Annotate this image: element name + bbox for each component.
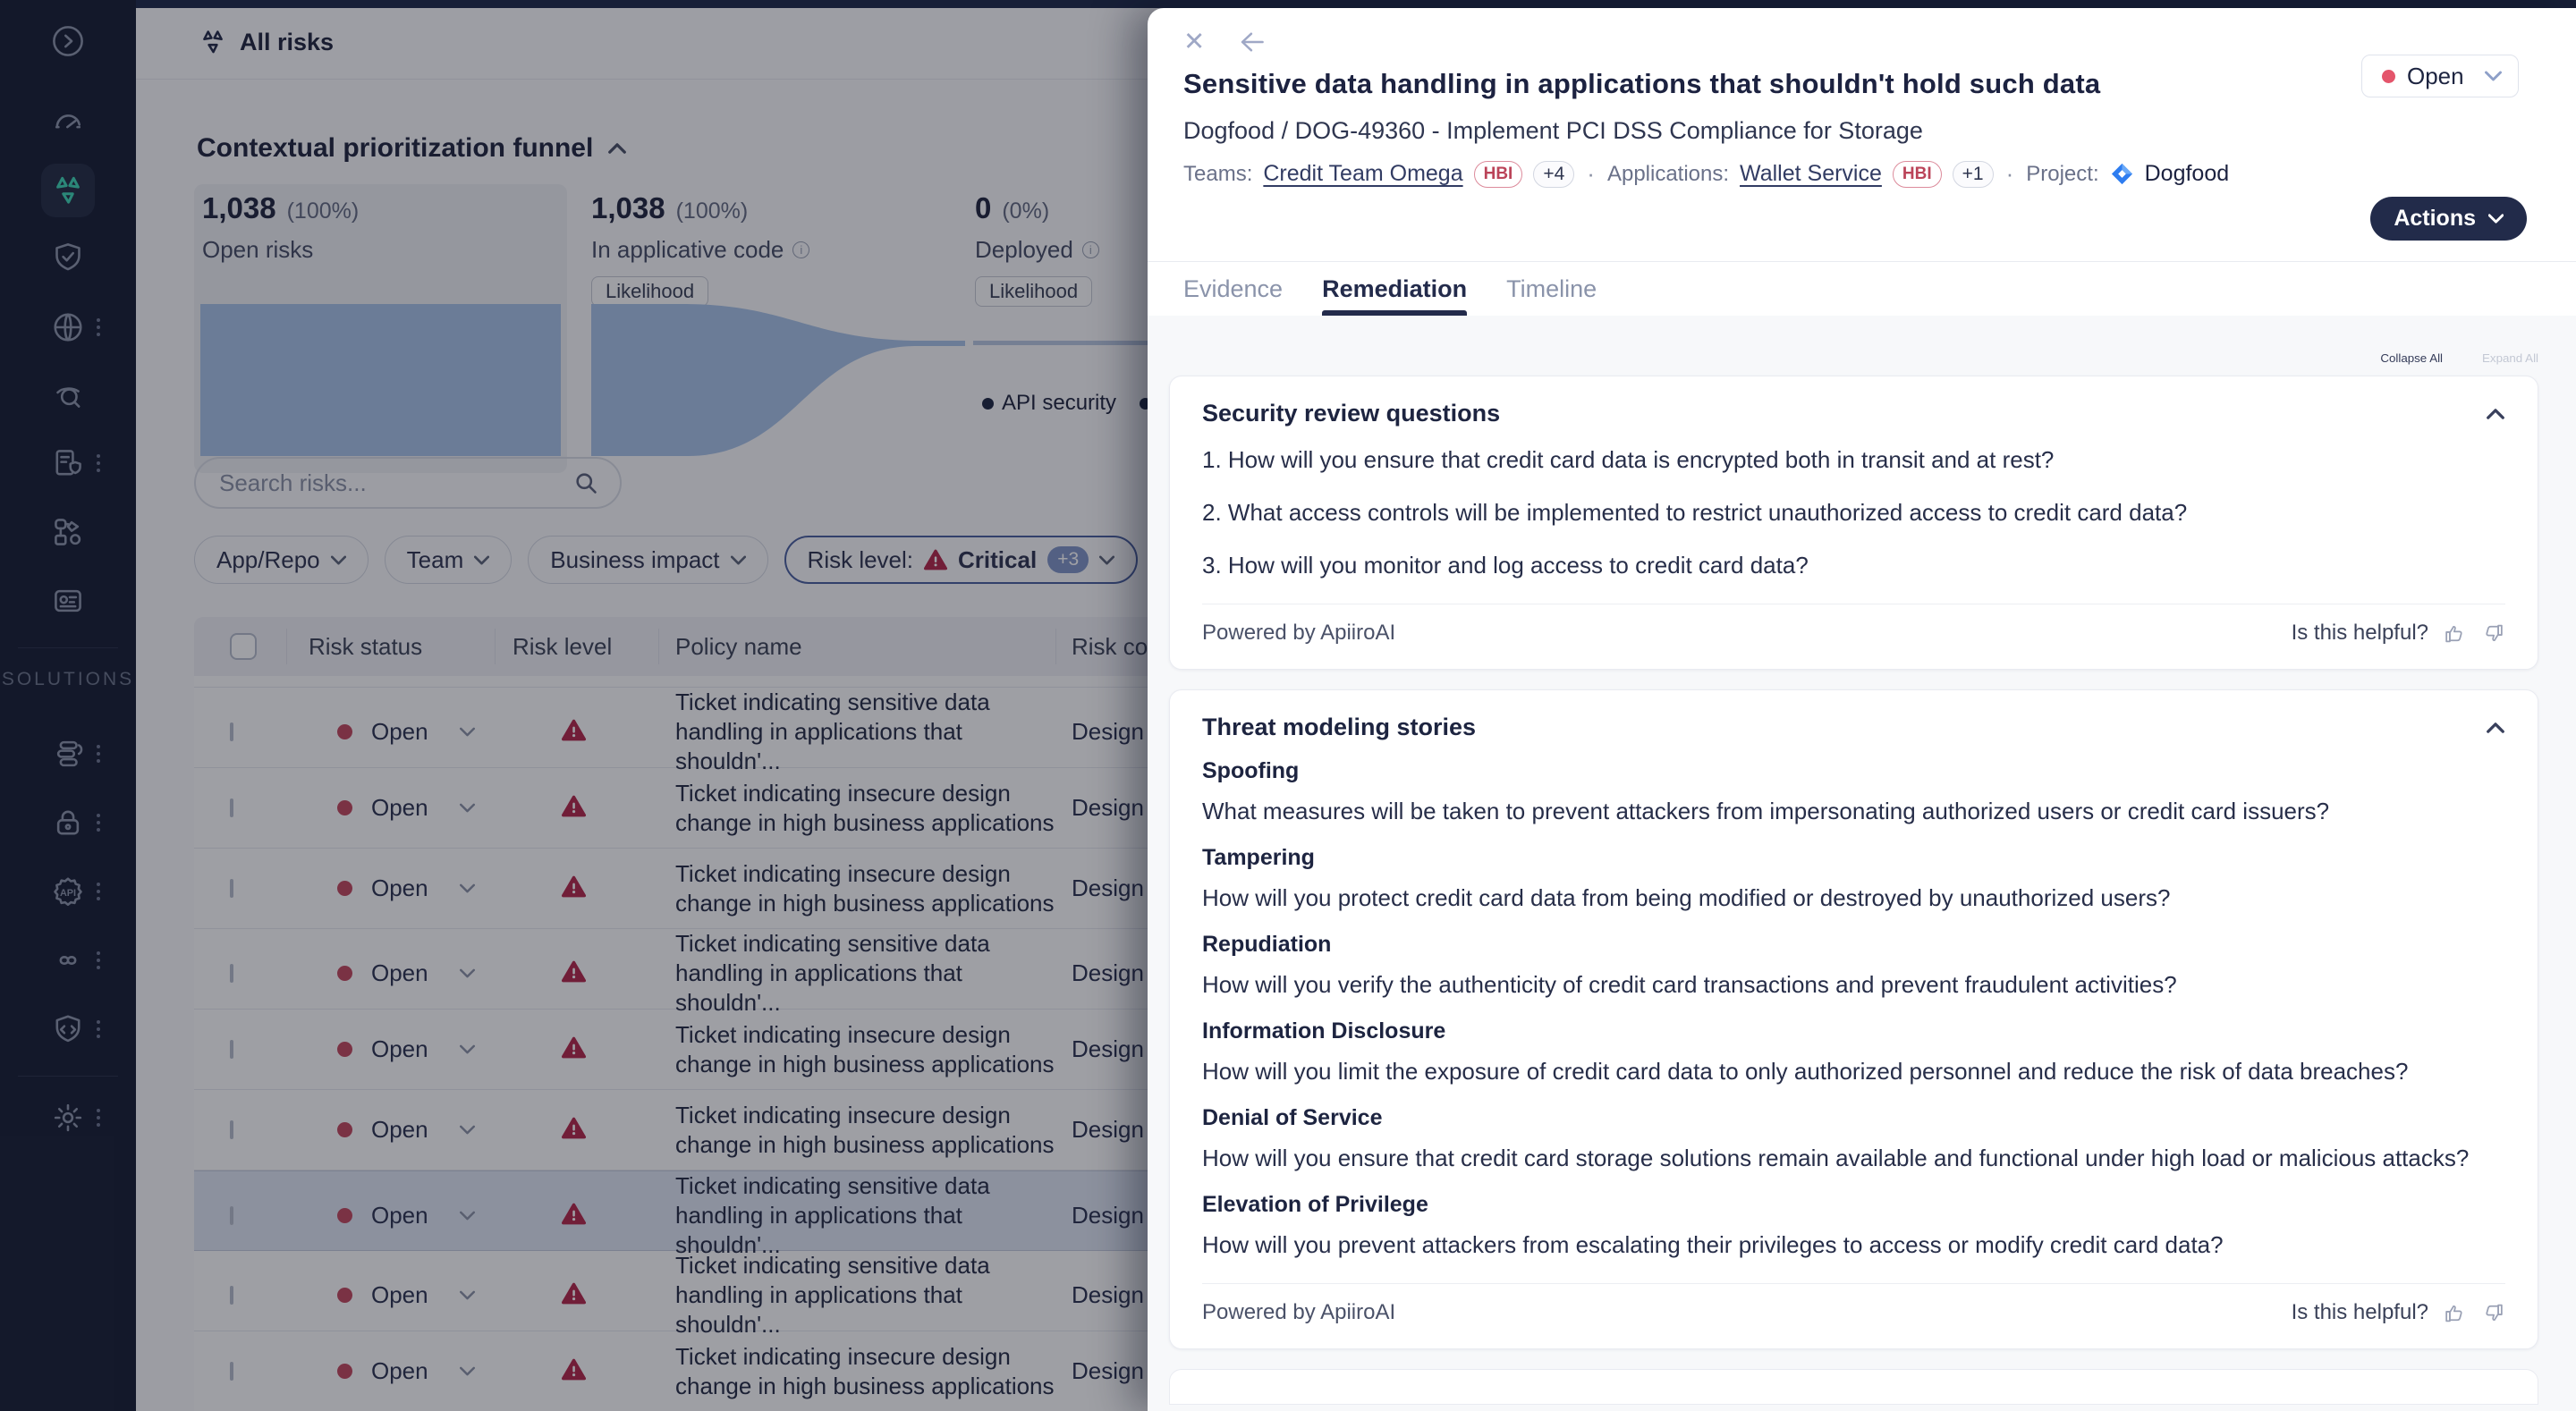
teams-label: Teams: xyxy=(1183,162,1252,187)
status-dropdown[interactable]: Open xyxy=(2361,55,2519,97)
chevron-down-icon xyxy=(2485,71,2502,81)
threat-question: How will you protect credit card data fr… xyxy=(1202,882,2505,915)
helpful-label: Is this helpful? xyxy=(2292,621,2428,646)
threat-items-list: Spoofing What measures will be taken to p… xyxy=(1202,756,2505,1262)
threat-question: How will you prevent attackers from esca… xyxy=(1202,1229,2505,1262)
risk-subtitle: Dogfood / DOG-49360 - Implement PCI DSS … xyxy=(1183,117,2540,145)
powered-by-label: Powered by ApiiroAI xyxy=(1202,1300,1395,1325)
project-label: Project: xyxy=(2026,162,2098,187)
security-question: 2. What access controls will be implemen… xyxy=(1202,496,2505,529)
tab-remediation[interactable]: Remediation xyxy=(1322,262,1467,316)
risk-meta-row: Teams: Credit Team Omega HBI +4 · Applic… xyxy=(1183,160,2540,188)
helpful-label: Is this helpful? xyxy=(2292,1300,2428,1325)
security-question: 3. How will you monitor and log access t… xyxy=(1202,549,2505,582)
back-arrow-icon[interactable] xyxy=(1239,30,1266,54)
threat-question: How will you limit the exposure of credi… xyxy=(1202,1055,2505,1088)
chevron-up-icon[interactable] xyxy=(2486,722,2505,734)
threat-question: What measures will be taken to prevent a… xyxy=(1202,795,2505,828)
threat-modeling-stories-card: Threat modeling stories Spoofing What mea… xyxy=(1169,689,2538,1349)
more-applications-badge[interactable]: +1 xyxy=(1953,161,1994,188)
drawer-header: ✕ Sensitive data handling in application… xyxy=(1148,8,2576,188)
threat-question: How will you verify the authenticity of … xyxy=(1202,968,2505,1001)
team-link[interactable]: Credit Team Omega xyxy=(1263,161,1462,187)
app-root: SOLUTIONS API xyxy=(0,0,2576,1411)
tab-evidence[interactable]: Evidence xyxy=(1183,262,1283,316)
threat-category: Spoofing xyxy=(1202,756,2505,786)
close-icon[interactable]: ✕ xyxy=(1183,30,1205,55)
threat-category: Denial of Service xyxy=(1202,1103,2505,1133)
threat-category: Tampering xyxy=(1202,842,2505,873)
powered-by-label: Powered by ApiiroAI xyxy=(1202,621,1395,646)
drawer-tabs: Evidence Remediation Timeline xyxy=(1148,261,2576,316)
more-teams-badge[interactable]: +4 xyxy=(1533,161,1574,188)
next-card-partial xyxy=(1169,1369,2538,1405)
card-divider xyxy=(1202,1283,2505,1284)
thumbs-down-icon[interactable] xyxy=(2481,621,2505,646)
security-questions-list: 1. How will you ensure that credit card … xyxy=(1202,444,2505,582)
drawer-content: Collapse All Expand All Security review … xyxy=(1148,316,2576,1411)
hbi-badge: HBI xyxy=(1474,161,1523,188)
threat-category: Information Disclosure xyxy=(1202,1016,2505,1046)
card-title: Threat modeling stories xyxy=(1202,714,1476,741)
thumbs-down-icon[interactable] xyxy=(2481,1301,2505,1325)
threat-category: Elevation of Privilege xyxy=(1202,1189,2505,1220)
applications-label: Applications: xyxy=(1607,162,1729,187)
application-link[interactable]: Wallet Service xyxy=(1740,161,1882,187)
thumbs-up-icon[interactable] xyxy=(2443,1301,2467,1325)
chevron-down-icon xyxy=(2488,214,2504,224)
threat-category: Repudiation xyxy=(1202,929,2505,959)
threat-question: How will you ensure that credit card sto… xyxy=(1202,1142,2505,1175)
expand-all-button[interactable]: Expand All xyxy=(2482,351,2538,365)
project-name[interactable]: Dogfood xyxy=(2145,161,2230,187)
security-review-questions-card: Security review questions 1. How will yo… xyxy=(1169,376,2538,670)
security-question: 1. How will you ensure that credit card … xyxy=(1202,444,2505,477)
risk-detail-drawer: ✕ Sensitive data handling in application… xyxy=(1148,8,2576,1411)
open-status-dot xyxy=(2382,70,2395,83)
hbi-badge: HBI xyxy=(1893,161,1942,188)
project-diamond-icon xyxy=(2110,162,2134,186)
tab-timeline[interactable]: Timeline xyxy=(1506,262,1597,316)
risk-title: Sensitive data handling in applications … xyxy=(1183,68,2540,100)
collapse-all-button[interactable]: Collapse All xyxy=(2380,351,2443,365)
thumbs-up-icon[interactable] xyxy=(2443,621,2467,646)
actions-button[interactable]: Actions xyxy=(2370,197,2527,241)
card-title: Security review questions xyxy=(1202,400,1500,427)
chevron-up-icon[interactable] xyxy=(2486,408,2505,420)
